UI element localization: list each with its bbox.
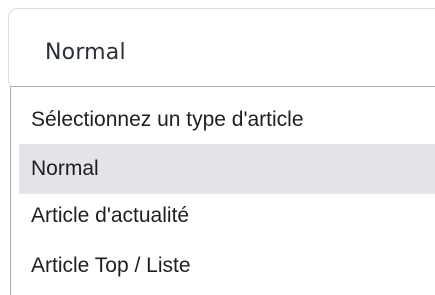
option-label: Article Top / Liste [31,254,191,277]
option-label: Normal [31,157,99,180]
article-type-select[interactable]: Normal [8,8,435,90]
article-type-dropdown-list: Sélectionnez un type d'article Normal Ar… [10,86,435,295]
option-article-actualite[interactable]: Article d'actualité [19,191,435,241]
option-label: Article d'actualité [31,204,190,227]
option-article-top-liste[interactable]: Article Top / Liste [19,241,435,291]
option-placeholder[interactable]: Sélectionnez un type d'article [19,95,435,145]
article-type-select-widget: Normal Sélectionnez un type d'article No… [0,0,435,295]
option-normal[interactable]: Normal [19,144,435,194]
select-current-value: Normal [45,40,126,65]
option-label: Sélectionnez un type d'article [31,108,304,131]
